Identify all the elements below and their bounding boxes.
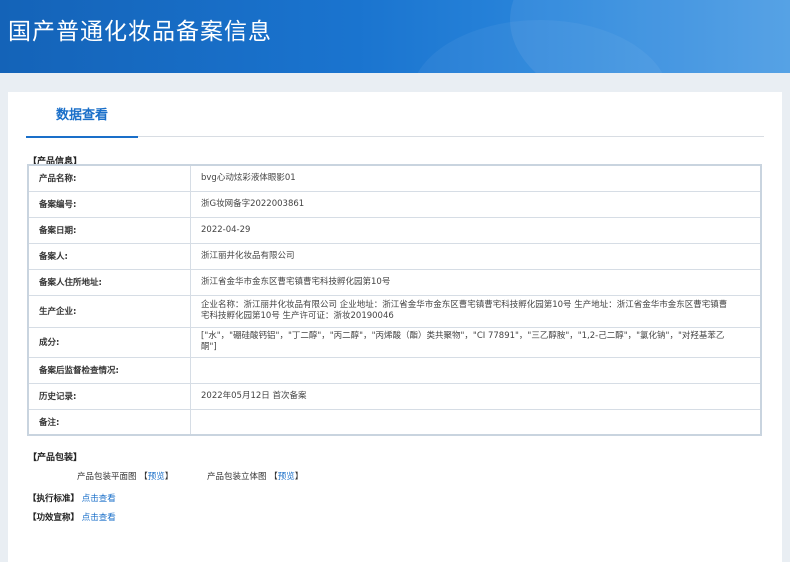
row-value: 浙江省金华市金东区曹宅镇曹宅科技孵化园第10号 bbox=[190, 268, 762, 296]
row-value: bvg心动炫彩液体眼影01 bbox=[190, 164, 762, 192]
bracket-close: 】 bbox=[164, 472, 174, 482]
bracket-open: 【 bbox=[139, 472, 148, 482]
product-info-table: 产品名称: bvg心动炫彩液体眼影01 备案编号: 浙G妆网备字20220038… bbox=[27, 164, 762, 436]
standard-label: 【执行标准】 bbox=[28, 494, 80, 504]
row-label: 生产企业: bbox=[27, 294, 191, 328]
row-label: 备注: bbox=[27, 408, 191, 436]
row-value: 2022-04-29 bbox=[190, 216, 762, 244]
packaging-flat-label: 产品包装平面图 bbox=[77, 472, 137, 482]
table-row: 成分: ["水"，"硼硅酸钙铝"，"丁二醇"，"丙二醇"，"丙烯酸（酯）类共聚物… bbox=[27, 326, 762, 358]
row-value: 浙江丽井化妆品有限公司 bbox=[190, 242, 762, 270]
row-value: 企业名称：浙江丽井化妆品有限公司 企业地址：浙江省金华市金东区曹宅镇曹宅科技孵化… bbox=[190, 294, 762, 328]
table-row: 产品名称: bvg心动炫彩液体眼影01 bbox=[27, 164, 762, 192]
table-row: 备注: bbox=[27, 408, 762, 436]
tab-bar: 数据查看 bbox=[26, 92, 764, 138]
efficacy-view-link[interactable]: 点击查看 bbox=[82, 513, 116, 523]
preview-solid-link[interactable]: 预览 bbox=[278, 472, 295, 482]
packaging-heading: 【产品包装】 bbox=[28, 453, 83, 463]
row-value: 浙G妆网备字2022003861 bbox=[190, 190, 762, 218]
packaging-solid-label: 产品包装立体图 bbox=[207, 472, 267, 482]
row-value: ["水"，"硼硅酸钙铝"，"丁二醇"，"丙二醇"，"丙烯酸（酯）类共聚物"，"C… bbox=[190, 326, 762, 358]
table-row: 备案人住所地址: 浙江省金华市金东区曹宅镇曹宅科技孵化园第10号 bbox=[27, 268, 762, 296]
bracket-open: 【 bbox=[269, 472, 278, 482]
row-label: 备案日期: bbox=[27, 216, 191, 244]
table-row: 备案后监督检查情况: bbox=[27, 356, 762, 384]
row-label: 备案编号: bbox=[27, 190, 191, 218]
table-row: 备案编号: 浙G妆网备字2022003861 bbox=[27, 190, 762, 218]
content-panel: 数据查看 【产品信息】 产品名称: bvg心动炫彩液体眼影01 备案编号: 浙G… bbox=[8, 92, 782, 562]
row-label: 历史记录: bbox=[27, 382, 191, 410]
row-label: 产品名称: bbox=[27, 164, 191, 192]
bracket-close: 】 bbox=[294, 472, 304, 482]
page-title: 国产普通化妆品备案信息 bbox=[8, 19, 272, 45]
table-row: 备案日期: 2022-04-29 bbox=[27, 216, 762, 244]
preview-flat-link[interactable]: 预览 bbox=[148, 472, 165, 482]
standard-row: 【执行标准】 点击查看 bbox=[28, 492, 116, 504]
row-value: 2022年05月12日 首次备案 bbox=[190, 382, 762, 410]
row-label: 备案人住所地址: bbox=[27, 268, 191, 296]
standard-view-link[interactable]: 点击查看 bbox=[82, 494, 116, 504]
row-label: 成分: bbox=[27, 326, 191, 358]
row-label: 备案后监督检查情况: bbox=[27, 356, 191, 384]
efficacy-label: 【功效宣称】 bbox=[28, 513, 80, 523]
packaging-solid: 产品包装立体图 【预览】 bbox=[207, 470, 303, 482]
row-label: 备案人: bbox=[27, 242, 191, 270]
table-row: 备案人: 浙江丽井化妆品有限公司 bbox=[27, 242, 762, 270]
efficacy-row: 【功效宣称】 点击查看 bbox=[28, 511, 116, 523]
table-row: 历史记录: 2022年05月12日 首次备案 bbox=[27, 382, 762, 410]
row-value bbox=[190, 356, 762, 384]
packaging-flat: 产品包装平面图 【预览】 bbox=[77, 470, 173, 482]
table-row: 生产企业: 企业名称：浙江丽井化妆品有限公司 企业地址：浙江省金华市金东区曹宅镇… bbox=[27, 294, 762, 328]
tab-data-view[interactable]: 数据查看 bbox=[26, 92, 138, 138]
row-value bbox=[190, 408, 762, 436]
header-banner: 国产普通化妆品备案信息 bbox=[0, 0, 790, 73]
